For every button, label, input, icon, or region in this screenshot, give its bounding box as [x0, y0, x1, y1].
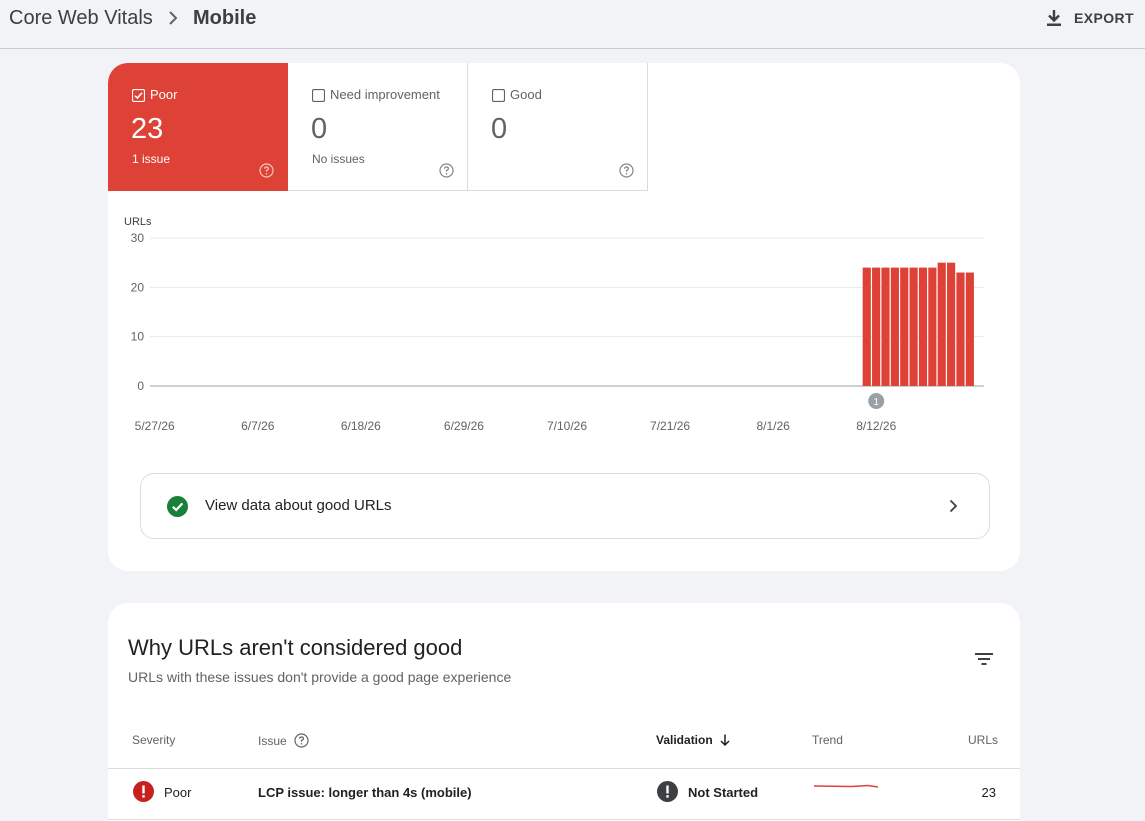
bar [900, 267, 909, 386]
y-axis-title: URLs [124, 216, 152, 228]
error-icon [133, 781, 154, 802]
chevron-right-icon [169, 11, 178, 25]
help-icon[interactable] [294, 733, 309, 748]
trend-sparkline [813, 784, 879, 788]
urls-chart: URLs 0 10 20 30 5/27/26 6/7/26 6/18/26 6/29/26 7… [108, 203, 1020, 453]
top-bar: Core Web Vitals Mobile EXPORT [0, 0, 1145, 49]
annotation-label: 1 [873, 397, 879, 408]
issues-subtitle: URLs with these issues don't provide a g… [128, 669, 512, 685]
validation-value: Not Started [688, 785, 759, 800]
y-tick-label: 20 [131, 280, 145, 294]
bar [928, 267, 937, 386]
tile-label: Good [510, 87, 542, 102]
help-icon[interactable] [259, 163, 274, 178]
checkbox-icon[interactable] [492, 89, 505, 102]
divider [108, 819, 1020, 820]
tile-count: 23 [131, 113, 164, 145]
column-header-validation[interactable]: Validation [656, 733, 732, 747]
page-title: Mobile [193, 7, 257, 29]
bar [937, 262, 946, 386]
x-tick-label: 8/1/26 [756, 419, 790, 433]
column-header-urls[interactable]: URLs [968, 733, 998, 747]
export-button[interactable]: EXPORT [1044, 8, 1134, 28]
bar [965, 272, 974, 386]
checkbox-icon[interactable] [312, 89, 325, 102]
column-header-issue[interactable]: Issue [258, 733, 309, 748]
urls-value: 23 [981, 785, 996, 800]
column-header-trend[interactable]: Trend [812, 733, 843, 747]
tile-count: 0 [491, 113, 508, 145]
x-tick-label: 7/10/26 [547, 419, 587, 433]
bar [947, 262, 956, 386]
help-icon[interactable] [439, 163, 454, 178]
x-tick-label: 8/12/26 [856, 419, 896, 433]
bar [862, 267, 871, 386]
issues-title: Why URLs aren't considered good [128, 635, 463, 660]
help-icon[interactable] [619, 163, 634, 178]
y-tick-label: 0 [137, 379, 144, 393]
x-tick-label: 5/27/26 [135, 419, 175, 433]
y-tick-label: 30 [131, 231, 145, 245]
x-tick-label: 6/7/26 [241, 419, 275, 433]
tile-poor[interactable]: Poor 23 1 issue [108, 63, 288, 191]
chevron-right-icon [949, 499, 958, 513]
issues-card: Why URLs aren't considered good URLs wit… [108, 603, 1020, 821]
bar [918, 267, 928, 386]
tile-label: Poor [150, 87, 178, 102]
export-label: EXPORT [1074, 10, 1134, 26]
bar [890, 267, 899, 386]
status-card: Poor 23 1 issue Need improvement 0 No is… [108, 63, 1020, 571]
chart-plot: 0 10 20 30 5/27/26 6/7/26 6/18/26 6/29/26 7/10/2… [131, 231, 984, 433]
arrow-down-icon [720, 734, 730, 747]
column-header-issue-label: Issue [258, 733, 287, 748]
exclamation-icon [657, 781, 678, 802]
bar [909, 267, 918, 386]
column-header-validation-label: Validation [656, 733, 713, 747]
tile-label: Need improvement [330, 87, 440, 102]
tile-subtext: 1 issue [132, 152, 171, 166]
breadcrumb-root[interactable]: Core Web Vitals [9, 7, 153, 30]
issue-value[interactable]: LCP issue: longer than 4s (mobile) [258, 785, 472, 800]
filter-icon[interactable] [972, 647, 996, 671]
x-tick-label: 7/21/26 [650, 419, 690, 433]
tile-need-improvement[interactable]: Need improvement 0 No issues [288, 63, 468, 191]
check-circle-icon [167, 496, 188, 517]
view-good-urls-label: View data about good URLs [205, 497, 392, 514]
tile-subtext: No issues [312, 152, 365, 166]
severity-value: Poor [164, 785, 192, 800]
y-tick-label: 10 [131, 330, 145, 344]
bar [881, 267, 890, 386]
view-good-urls-link[interactable]: View data about good URLs [140, 473, 990, 539]
x-tick-label: 6/29/26 [444, 419, 484, 433]
download-icon [1047, 10, 1061, 26]
checkbox-checked-icon[interactable] [132, 89, 145, 102]
tile-count: 0 [311, 113, 328, 145]
x-tick-label: 6/18/26 [341, 419, 381, 433]
column-header-severity[interactable]: Severity [132, 733, 175, 747]
tile-good[interactable]: Good 0 [468, 63, 648, 191]
table-row[interactable]: Poor LCP issue: longer than 4s (mobile) … [108, 769, 1020, 819]
bar [872, 267, 881, 386]
bar [956, 272, 965, 386]
